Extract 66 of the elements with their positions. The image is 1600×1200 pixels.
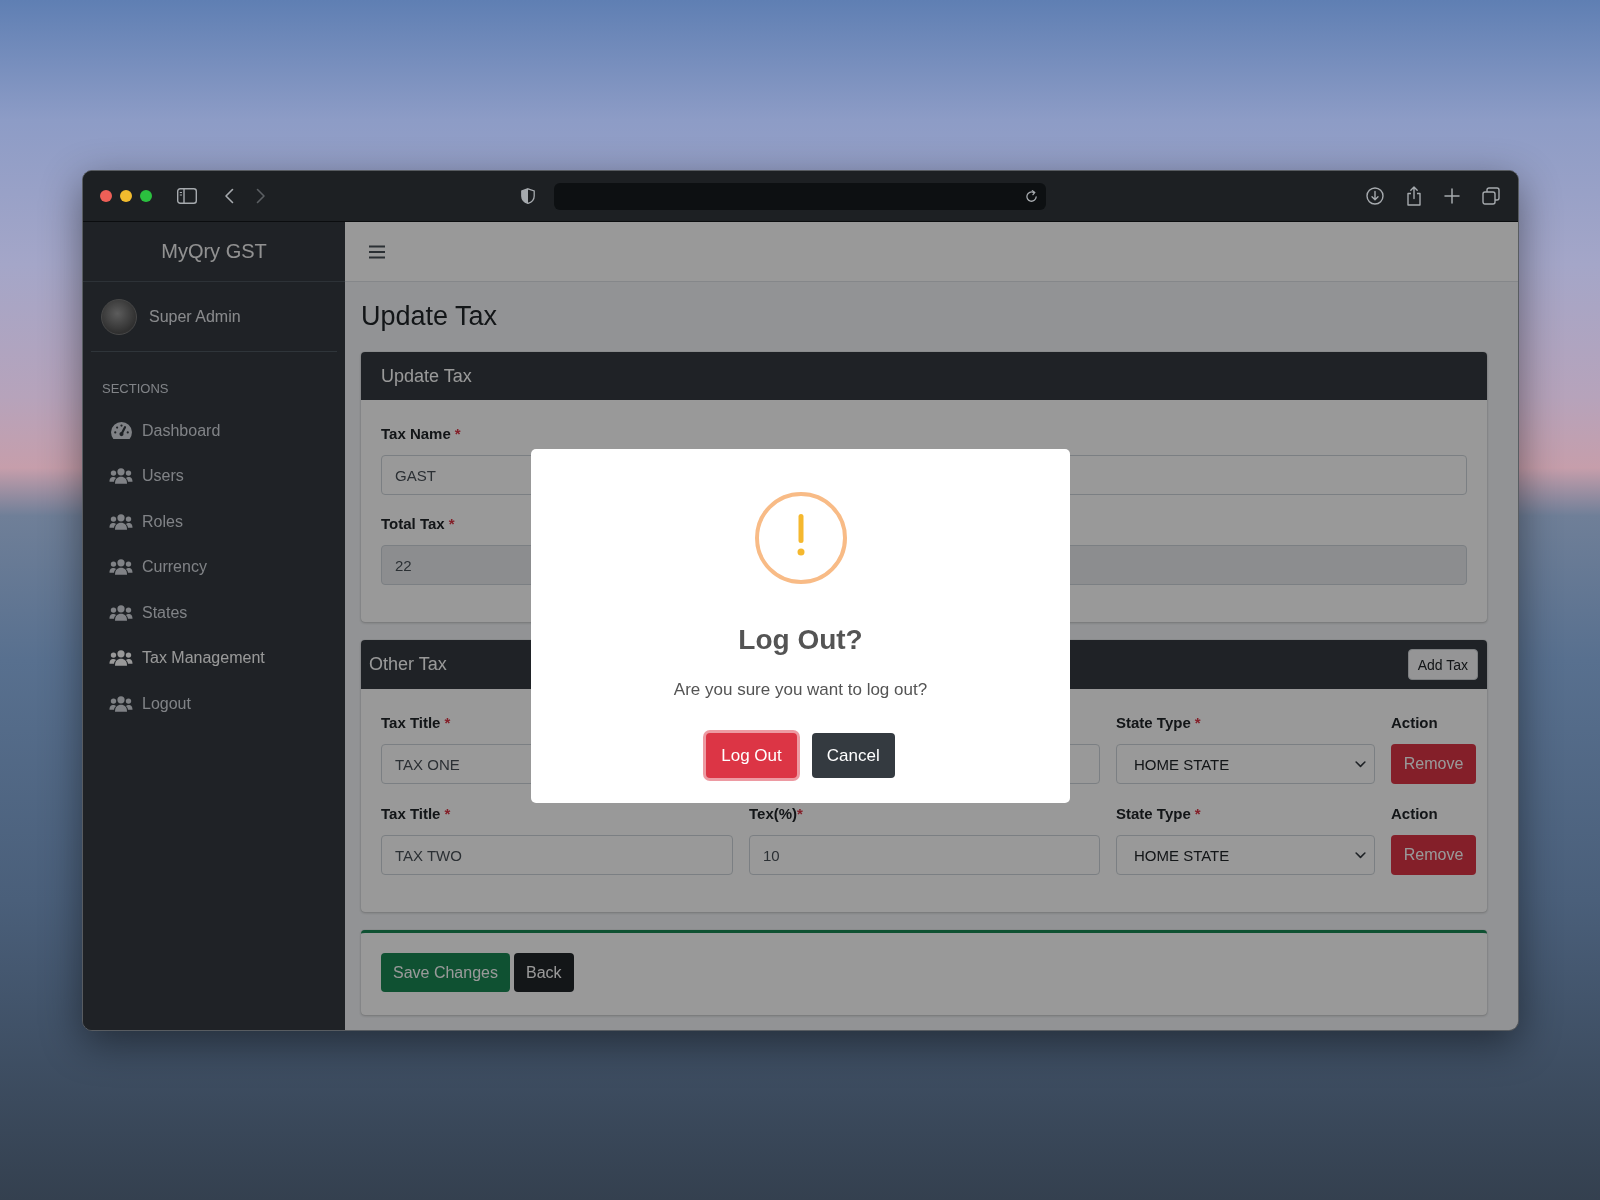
back-icon[interactable] bbox=[224, 188, 234, 204]
warning-icon bbox=[754, 492, 847, 584]
shield-icon[interactable] bbox=[521, 188, 535, 204]
required-mark: * bbox=[444, 805, 451, 822]
nav-item[interactable]: Logout bbox=[83, 681, 345, 727]
save-button[interactable]: Save Changes bbox=[381, 953, 510, 992]
new-tab-icon[interactable] bbox=[1444, 188, 1460, 204]
brand-name[interactable]: MyQry GST bbox=[161, 240, 267, 263]
field-label: Tax Title bbox=[381, 714, 441, 731]
required-mark: * bbox=[1194, 714, 1201, 731]
cancel-button[interactable]: Cancel bbox=[811, 733, 895, 778]
card-title: Update Tax bbox=[381, 365, 472, 387]
user-name[interactable]: Super Admin bbox=[149, 307, 241, 326]
field-label: State Type bbox=[1116, 805, 1191, 822]
required-mark: * bbox=[797, 805, 803, 822]
section-heading: SECTIONS bbox=[101, 380, 170, 398]
chevron-down-icon bbox=[1355, 851, 1366, 859]
nav-item[interactable]: States bbox=[83, 590, 345, 636]
users-icon bbox=[109, 650, 133, 667]
nav-item[interactable]: Currency bbox=[83, 544, 345, 590]
users-icon bbox=[109, 695, 133, 712]
forward-icon[interactable] bbox=[256, 188, 266, 204]
users-icon bbox=[109, 513, 133, 530]
field-label: Tax Title bbox=[381, 805, 441, 822]
required-mark: * bbox=[1194, 805, 1201, 822]
dialog-title: Log Out? bbox=[738, 623, 863, 657]
add-tax-button[interactable]: Add Tax bbox=[1407, 649, 1478, 680]
window-zoom-icon[interactable] bbox=[140, 190, 152, 202]
users-icon bbox=[109, 468, 133, 485]
state-select[interactable]: HOME STATE bbox=[1116, 744, 1375, 784]
state-select[interactable]: HOME STATE bbox=[1116, 835, 1375, 875]
gauge-icon bbox=[111, 422, 132, 440]
remove-button[interactable]: Remove bbox=[1391, 835, 1476, 875]
required-mark: * bbox=[454, 425, 461, 442]
field-label: Tax Name bbox=[381, 425, 451, 442]
window-close-icon[interactable] bbox=[100, 190, 112, 202]
tabs-icon[interactable] bbox=[1482, 187, 1500, 205]
sidebar-toggle-icon[interactable] bbox=[177, 188, 197, 204]
column-label: Action bbox=[1391, 805, 1438, 822]
field-label: State Type bbox=[1116, 714, 1191, 731]
required-mark: * bbox=[444, 714, 451, 731]
confirm-button[interactable]: Log Out bbox=[706, 733, 797, 778]
field-label: Total Tax bbox=[381, 515, 445, 532]
window-minimize-icon[interactable] bbox=[120, 190, 132, 202]
share-icon[interactable] bbox=[1406, 186, 1422, 206]
text-field[interactable]: TAX TWO bbox=[381, 835, 733, 875]
user-avatar bbox=[101, 298, 137, 335]
dialog-message: Are you sure you want to log out? bbox=[673, 679, 928, 701]
users-icon bbox=[109, 604, 133, 621]
menu-icon[interactable] bbox=[369, 244, 385, 259]
required-mark: * bbox=[448, 515, 455, 532]
back-button[interactable]: Back bbox=[513, 953, 574, 992]
field-label: Tex(%) bbox=[749, 805, 798, 822]
remove-button[interactable]: Remove bbox=[1391, 744, 1476, 784]
chevron-down-icon bbox=[1355, 760, 1366, 768]
card-title: Other Tax bbox=[369, 654, 447, 675]
nav-item[interactable]: Dashboard bbox=[83, 408, 345, 454]
reload-icon[interactable] bbox=[1025, 189, 1038, 203]
text-field[interactable]: 10 bbox=[749, 835, 1100, 875]
nav-item[interactable]: Roles bbox=[83, 499, 345, 545]
page-title: Update Tax bbox=[361, 300, 499, 333]
nav-item[interactable]: Tax Management bbox=[83, 635, 345, 681]
users-icon bbox=[109, 559, 133, 576]
nav-item[interactable]: Users bbox=[83, 453, 345, 499]
column-label: Action bbox=[1391, 714, 1438, 731]
download-icon[interactable] bbox=[1366, 187, 1384, 205]
